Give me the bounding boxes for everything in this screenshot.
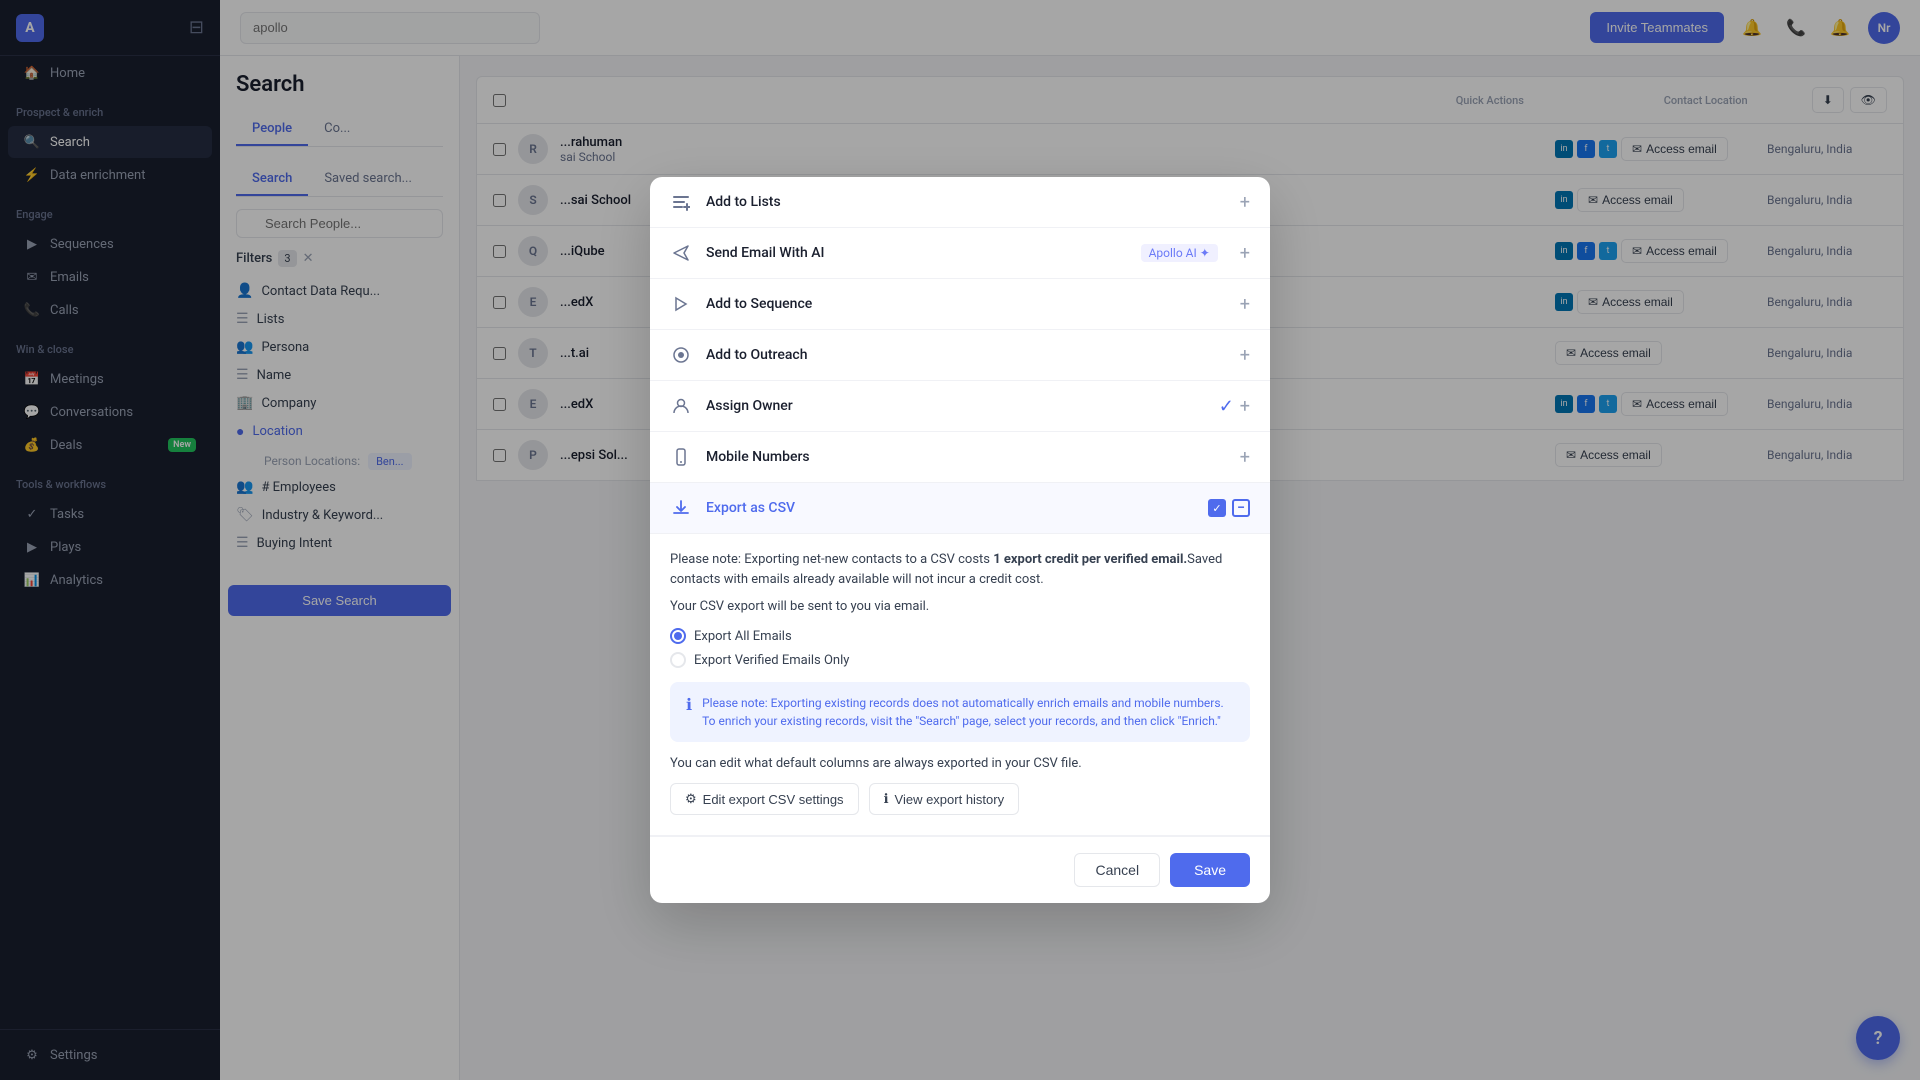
- add-to-outreach-icon: [670, 344, 692, 366]
- add-to-sequence-label: Add to Sequence: [706, 296, 1226, 312]
- add-to-lists-icon: [670, 191, 692, 213]
- add-to-lists-action[interactable]: +: [1240, 192, 1250, 213]
- export-csv-icon: [670, 497, 692, 519]
- radio-verified-label: Export Verified Emails Only: [694, 653, 849, 668]
- save-button[interactable]: Save: [1170, 853, 1250, 887]
- add-to-sequence-item[interactable]: Add to Sequence +: [650, 279, 1270, 330]
- export-radio-group: Export All Emails Export Verified Emails…: [670, 628, 1250, 668]
- mobile-numbers-action[interactable]: +: [1240, 447, 1250, 468]
- add-to-outreach-action[interactable]: +: [1240, 345, 1250, 366]
- export-info-text: Please note: Exporting existing records …: [702, 694, 1234, 730]
- add-to-outreach-item[interactable]: Add to Outreach +: [650, 330, 1270, 381]
- send-email-ai-action[interactable]: +: [1240, 243, 1250, 264]
- send-email-ai-icon: [670, 242, 692, 264]
- export-check-icon: ✓: [1208, 499, 1226, 517]
- export-details-section: Please note: Exporting net-new contacts …: [650, 534, 1270, 836]
- modal-footer: Cancel Save: [650, 836, 1270, 903]
- export-note: Please note: Exporting net-new contacts …: [670, 550, 1250, 589]
- add-to-sequence-action[interactable]: +: [1240, 294, 1250, 315]
- radio-all-emails-label: Export All Emails: [694, 629, 792, 644]
- assign-owner-item[interactable]: Assign Owner ✓ +: [650, 381, 1270, 432]
- add-to-outreach-label: Add to Outreach: [706, 347, 1226, 363]
- columns-note: You can edit what default columns are al…: [670, 756, 1250, 771]
- cancel-button[interactable]: Cancel: [1074, 853, 1160, 887]
- assign-owner-label: Assign Owner: [706, 398, 1205, 414]
- mobile-numbers-label: Mobile Numbers: [706, 449, 1226, 465]
- export-action-buttons: ⚙ Edit export CSV settings ℹ View export…: [670, 783, 1250, 815]
- add-to-lists-item[interactable]: Add to Lists +: [650, 177, 1270, 228]
- export-sent-note: Your CSV export will be sent to you via …: [670, 599, 1250, 614]
- info-icon: ℹ: [686, 695, 692, 730]
- export-csv-label: Export as CSV: [706, 500, 1194, 516]
- edit-export-settings-button[interactable]: ⚙ Edit export CSV settings: [670, 783, 859, 815]
- settings-gear-icon: ⚙: [685, 791, 697, 807]
- radio-verified-circle: [670, 652, 686, 668]
- send-email-ai-item[interactable]: Send Email With AI Apollo AI ✦ +: [650, 228, 1270, 279]
- assign-owner-action[interactable]: ✓ +: [1219, 396, 1250, 417]
- history-icon: ℹ: [884, 791, 889, 807]
- radio-verified-only[interactable]: Export Verified Emails Only: [670, 652, 1250, 668]
- export-csv-item[interactable]: Export as CSV ✓ −: [650, 483, 1270, 534]
- actions-modal: Add to Lists + Send Email With AI Apollo…: [650, 177, 1270, 903]
- assign-owner-check-icon: ✓: [1219, 396, 1234, 417]
- add-to-lists-label: Add to Lists: [706, 194, 1226, 210]
- apollo-ai-badge: Apollo AI ✦: [1141, 244, 1218, 262]
- send-email-ai-label: Send Email With AI: [706, 245, 1127, 261]
- mobile-numbers-icon: [670, 446, 692, 468]
- mobile-numbers-item[interactable]: Mobile Numbers +: [650, 432, 1270, 483]
- assign-owner-icon: [670, 395, 692, 417]
- radio-all-emails-circle: [670, 628, 686, 644]
- add-to-sequence-icon: [670, 293, 692, 315]
- radio-all-emails[interactable]: Export All Emails: [670, 628, 1250, 644]
- view-export-history-button[interactable]: ℹ View export history: [869, 783, 1020, 815]
- export-minus-icon[interactable]: −: [1232, 499, 1250, 517]
- export-info-box: ℹ Please note: Exporting existing record…: [670, 682, 1250, 742]
